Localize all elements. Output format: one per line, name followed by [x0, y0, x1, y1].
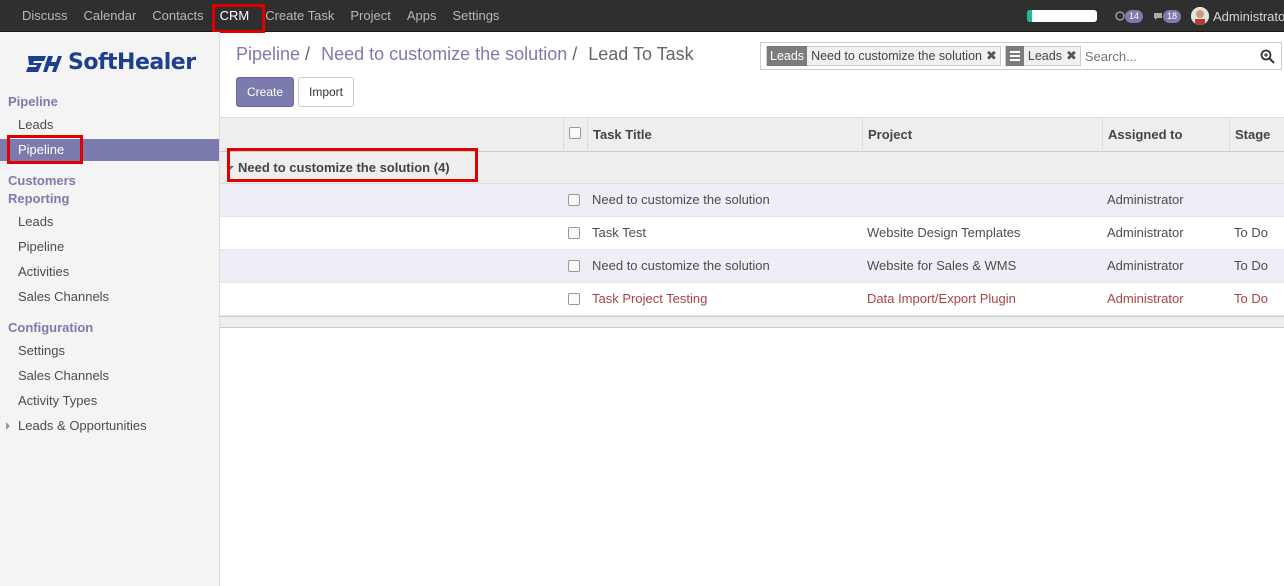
- search-input[interactable]: [1084, 48, 1235, 64]
- sidebar-item-activity-types[interactable]: Activity Types: [0, 390, 219, 412]
- caret-down-icon: [226, 166, 234, 170]
- sidebar-item-pipeline[interactable]: Pipeline: [0, 139, 219, 161]
- group-label: Need to customize the solution (4): [238, 160, 450, 175]
- row-checkbox[interactable]: [568, 293, 580, 305]
- cell-task-title: Task Project Testing: [592, 291, 708, 306]
- sidebar-item-reporting-leads[interactable]: Leads: [0, 211, 219, 233]
- messaging-menu[interactable]: 18: [1153, 9, 1181, 23]
- section-reporting[interactable]: Reporting: [8, 191, 69, 206]
- sidebar-item-label: Leads & Opportunities: [18, 418, 147, 433]
- remove-facet-icon[interactable]: ✖: [1066, 48, 1080, 64]
- sidebar-item-leads[interactable]: Leads: [0, 114, 219, 136]
- softhealer-logo-icon: [26, 55, 62, 72]
- cell-assigned-to: Administrator: [1107, 258, 1184, 273]
- group-header[interactable]: Need to customize the solution (4): [220, 152, 1284, 184]
- menu-create-task[interactable]: Create Task: [257, 0, 342, 32]
- row-checkbox[interactable]: [568, 194, 580, 206]
- cell-stage: To Do: [1234, 258, 1268, 273]
- search-icon[interactable]: [1260, 49, 1275, 64]
- breadcrumb: Pipeline / Need to customize the solutio…: [236, 44, 694, 65]
- cell-assigned-to: Administrator: [1107, 192, 1184, 207]
- section-configuration[interactable]: Configuration: [8, 320, 93, 335]
- cell-task-title: Task Test: [592, 225, 646, 240]
- menu-calendar[interactable]: Calendar: [76, 0, 145, 32]
- menu-apps[interactable]: Apps: [399, 0, 445, 32]
- cell-task-title: Need to customize the solution: [592, 258, 770, 273]
- cell-project: Website Design Templates: [867, 225, 1021, 240]
- clock-icon: [1115, 11, 1125, 21]
- progress-fill: [1026, 10, 1032, 22]
- onboarding-progress-bar[interactable]: [1026, 10, 1097, 22]
- column-project[interactable]: Project: [862, 118, 1102, 152]
- systray: 14 18 Administrator: [1026, 0, 1284, 32]
- sidebar: SoftHealer Pipeline Leads Pipeline Custo…: [0, 32, 220, 586]
- section-pipeline[interactable]: Pipeline: [8, 94, 58, 109]
- search-facet-lead[interactable]: Leads Need to customize the solution ✖: [766, 46, 1001, 66]
- row-checkbox[interactable]: [568, 227, 580, 239]
- table-row[interactable]: Need to customize the solution Website f…: [220, 250, 1284, 283]
- select-all-checkbox[interactable]: [569, 127, 581, 139]
- search-facet-filter[interactable]: Leads ✖: [1004, 46, 1081, 66]
- cell-assigned-to: Administrator: [1107, 225, 1184, 240]
- cell-task-title: Need to customize the solution: [592, 192, 770, 207]
- cell-project: Website for Sales & WMS: [867, 258, 1017, 273]
- main-menu: Discuss Calendar Contacts CRM Create Tas…: [14, 0, 507, 32]
- logo-text: SoftHealer: [68, 50, 196, 75]
- facet-category: Leads: [767, 46, 808, 66]
- comments-icon: [1153, 13, 1162, 20]
- breadcrumb-pipeline[interactable]: Pipeline: [236, 44, 300, 64]
- column-assigned-to[interactable]: Assigned to: [1102, 118, 1229, 152]
- table-row[interactable]: Task Project Testing Data Import/Export …: [220, 283, 1284, 316]
- table-row[interactable]: Task Test Website Design Templates Admin…: [220, 217, 1284, 250]
- sidebar-item-config-sales-channels[interactable]: Sales Channels: [0, 365, 219, 387]
- column-task-title[interactable]: Task Title: [587, 118, 862, 152]
- import-button[interactable]: Import: [298, 77, 354, 107]
- sidebar-item-settings[interactable]: Settings: [0, 340, 219, 362]
- menu-contacts[interactable]: Contacts: [144, 0, 211, 32]
- user-avatar-icon: [1191, 7, 1209, 25]
- cell-stage: To Do: [1234, 225, 1268, 240]
- table-footer: [220, 316, 1284, 328]
- sidebar-item-sales-channels[interactable]: Sales Channels: [0, 286, 219, 308]
- message-count-badge: 18: [1162, 9, 1181, 23]
- sidebar-item-reporting-pipeline[interactable]: Pipeline: [0, 236, 219, 258]
- company-logo[interactable]: SoftHealer: [26, 50, 196, 75]
- menu-settings[interactable]: Settings: [444, 0, 507, 32]
- user-menu-name[interactable]: Administrator: [1213, 9, 1284, 24]
- breadcrumb-lead[interactable]: Need to customize the solution: [321, 44, 567, 64]
- facet-value: Need to customize the solution: [811, 49, 982, 63]
- sidebar-item-leads-opportunities[interactable]: Leads & Opportunities: [0, 415, 219, 437]
- cell-assigned-to: Administrator: [1107, 291, 1184, 306]
- search-bar[interactable]: Leads Need to customize the solution ✖ L…: [760, 42, 1282, 70]
- create-button[interactable]: Create: [236, 77, 294, 107]
- row-checkbox[interactable]: [568, 260, 580, 272]
- facet-value: Leads: [1027, 49, 1062, 63]
- table-row[interactable]: Need to customize the solution Administr…: [220, 184, 1284, 217]
- breadcrumb-separator: /: [567, 44, 578, 64]
- table-header: Task Title Project Assigned to Stage: [220, 117, 1284, 152]
- menu-discuss[interactable]: Discuss: [14, 0, 76, 32]
- top-navbar: Discuss Calendar Contacts CRM Create Tas…: [0, 0, 1284, 32]
- activity-count-badge: 14: [1124, 9, 1143, 23]
- cell-project: Data Import/Export Plugin: [867, 291, 1016, 306]
- menu-project[interactable]: Project: [342, 0, 398, 32]
- activity-menu[interactable]: 14: [1115, 9, 1143, 23]
- select-all-cell: [563, 118, 587, 152]
- page-title: Lead To Task: [588, 44, 694, 64]
- avatar[interactable]: [1191, 7, 1209, 25]
- task-list: Task Title Project Assigned to Stage Nee…: [220, 117, 1284, 328]
- menu-crm[interactable]: CRM: [212, 0, 258, 32]
- section-customers[interactable]: Customers: [8, 173, 76, 188]
- breadcrumb-separator: /: [300, 44, 311, 64]
- column-stage[interactable]: Stage: [1229, 118, 1284, 152]
- remove-facet-icon[interactable]: ✖: [986, 48, 1000, 64]
- filter-list-icon: [1005, 46, 1024, 66]
- cell-stage: To Do: [1234, 291, 1268, 306]
- sidebar-item-activities[interactable]: Activities: [0, 261, 219, 283]
- caret-right-icon: [6, 422, 10, 430]
